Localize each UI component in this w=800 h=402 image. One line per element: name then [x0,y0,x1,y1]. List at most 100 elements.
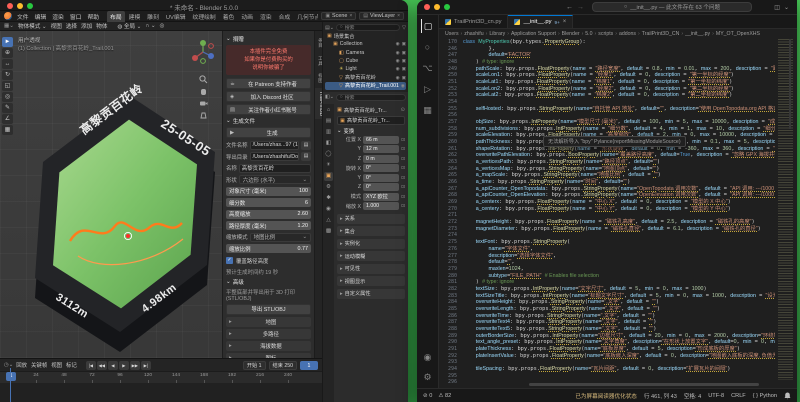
workspace-tab[interactable]: 合成 [276,11,294,22]
disable-render-icon[interactable]: ▣ [402,58,406,64]
properties-tab-11[interactable]: ▩ [324,227,333,236]
properties-tab-8[interactable]: ✱ [324,194,333,203]
indentation-status[interactable]: 空格: 4 [684,392,701,400]
collapsed-section-海拔数据[interactable]: ▸海拔数据 [226,341,311,351]
properties-section-关系[interactable]: ▸关系 [337,214,405,224]
code-line[interactable]: description="选择字体文件", [463,253,775,260]
slider-对象尺寸 (毫米)[interactable]: 对象尺寸 (毫米)100 [226,186,311,196]
properties-section-集合[interactable]: ▸集合 [337,226,405,236]
donate-button[interactable]: ▤关注作者小红书账号 [226,104,311,115]
editor-tab[interactable]: TrailPrint3D_cn.py [439,15,508,28]
code-line[interactable]: plateInsertValue: bpy.props.FloatPropert… [463,353,775,360]
code-line[interactable]: plateThickness: bpy.props.FloatProperty(… [463,346,775,353]
camera-view-icon[interactable] [199,99,208,108]
workspace-tab[interactable]: 布局 [107,11,125,22]
properties-tab-1[interactable]: ▤ [324,117,333,126]
properties-section-自定义属性[interactable]: ▸自定义属性 [337,289,405,299]
zoom-icon[interactable] [199,75,208,84]
properties-search-input[interactable]: ○搜索 [336,94,406,101]
slider-缩放比例[interactable]: 缩放比例0.77 [226,244,311,254]
source-control-icon[interactable]: ⌥ [421,61,435,75]
transform-Y[interactable]: Y0°⊡ [337,173,405,183]
breadcrumb-item[interactable]: Blender [562,31,580,37]
frame-start-field[interactable]: 开始 1 [243,361,266,370]
properties-section-可见性[interactable]: ▸可见性 [337,264,405,274]
forward-button[interactable]: → [577,4,584,11]
properties-tab-3[interactable]: ◧ [324,139,333,148]
code-line[interactable] [463,359,775,366]
menu-文件[interactable]: 文件 [15,11,31,22]
code-line[interactable]: overwriteLength: bpy.props.StringPropert… [463,306,775,313]
breadcrumb[interactable]: Users›zhashifu›Library›Application Suppo… [439,29,797,39]
outliner-search-input[interactable]: ○搜索 [336,24,400,31]
settings-gear-icon[interactable]: ⚙ [421,370,435,384]
transport-button-0[interactable]: |◀ [86,361,96,370]
blender-logo-icon[interactable] [4,12,12,20]
transport-button-1[interactable]: ◀◀ [97,361,107,370]
playhead[interactable]: 1 [6,372,16,381]
back-button[interactable]: ← [566,4,573,11]
transform-Z[interactable]: Z0°⊡ [337,183,405,193]
code-editor[interactable]: 1702462472482492502512522532542552562572… [439,39,797,388]
code-line[interactable]: overwriteHeight: bpy.props.StringPropert… [463,299,775,306]
export-stl-obj-button[interactable]: 导出 STL/OBJ [226,304,311,315]
menu-渲染[interactable]: 渲染 [50,11,66,22]
collapsed-section-多路径[interactable]: ▸多路径 [226,329,311,339]
proportional-edit-toggle[interactable]: ◎ [160,23,165,29]
code-line[interactable]: overwriteText5: bpy.props.StringProperty… [463,326,775,333]
transform-panel-header[interactable]: ⌄ 变换 [337,126,405,135]
dropdown-缩放模式[interactable]: 缩放模式地图比例⌄ [226,232,311,242]
disable-render-icon[interactable]: ▣ [402,75,406,81]
transport-button-3[interactable]: ▶ [119,361,129,370]
language-mode[interactable]: { } Python [753,393,777,399]
collapsed-section-地图[interactable]: ▸地图 [226,317,311,327]
donate-section-header[interactable]: ⌄ 捐赠 [226,35,311,43]
code-line[interactable]: objSize: bpy.props.IntProperty(name="模型尺… [463,119,775,126]
menu-编辑[interactable]: 编辑 [33,11,49,22]
disable-render-icon[interactable]: ▣ [402,66,406,72]
code-line[interactable]: text_angle_preset: bpy.props.IntProperty… [463,339,775,346]
code-line[interactable]: maxlen=1024, [463,266,775,273]
breadcrumb-item[interactable]: Application Support [511,31,556,37]
transform-模式[interactable]: 模式XYZ 欧拉⊡ [337,192,405,202]
outliner-row[interactable]: ▣Collection◉▣ [325,40,406,48]
breadcrumb-item[interactable]: addons [619,31,636,37]
transform-Y[interactable]: Y12 m⊡ [337,145,405,155]
timeline-editor-icon[interactable]: ◷⌄ [4,362,13,368]
code-line[interactable] [463,232,775,239]
properties-tab-4[interactable]: ◯ [324,150,333,159]
properties-section-实例化[interactable]: ▸实例化 [337,239,405,249]
code-line[interactable]: textFont: bpy.props.StringProperty( [463,239,775,246]
workspace-tab[interactable]: 动画 [238,11,256,22]
transport-button-4[interactable]: ▶▶ [130,361,140,370]
hide-eye-icon[interactable]: ◉ [401,83,405,89]
code-line[interactable]: scaleLat2: bpy.props.FloatProperty(name … [463,92,775,99]
workspace-tab[interactable]: 着色 [220,11,238,22]
outliner-row[interactable]: ☀Light◉▣ [325,65,406,73]
code-line[interactable]: subtype="FILE_PATH" # Enables file selec… [463,273,775,280]
timeline-menu-回放[interactable]: 回放 [16,361,27,369]
properties-tab-7[interactable]: ⚙ [324,183,333,192]
code-line[interactable]: a_time: bpy.props.StringProperty(name="时… [463,179,775,186]
disable-render-icon[interactable]: ▣ [402,50,406,56]
pan-hand-icon[interactable] [199,87,208,96]
transform-旋转 X[interactable]: 旋转 X0°⊡ [337,164,405,174]
properties-tab-5[interactable]: ☀ [324,161,333,170]
code-line[interactable] [463,373,775,380]
breadcrumb-item[interactable]: __init__.py [685,31,710,37]
viewport-menu-添加[interactable]: 添加 [81,22,92,30]
slider-细分数[interactable]: 细分数6 [226,198,311,208]
properties-editor-icon[interactable]: ◧⌄ [325,94,334,100]
generate-section-header[interactable]: ⌄ 生成文件 [226,117,311,125]
outliner-row[interactable]: ▣场景集合 [325,32,406,40]
mode-dropdown[interactable]: 物体模式 ⌄ [18,22,47,30]
generate-button[interactable]: ▶生成 [226,127,311,138]
code-line[interactable]: overwriteText4: bpy.props.StringProperty… [463,319,775,326]
filter-icon[interactable]: ▽ [402,25,406,31]
code-line[interactable]: }, [463,46,775,53]
snap-toggle[interactable]: ∩ ⌄ [145,23,155,29]
run-debug-icon[interactable]: ▷ [421,82,435,96]
close-button[interactable] [424,4,430,10]
outliner-row[interactable]: ◧Camera◉▣ [325,49,406,57]
transform-位置 X[interactable]: 位置 X66 m⊡ [337,135,405,145]
